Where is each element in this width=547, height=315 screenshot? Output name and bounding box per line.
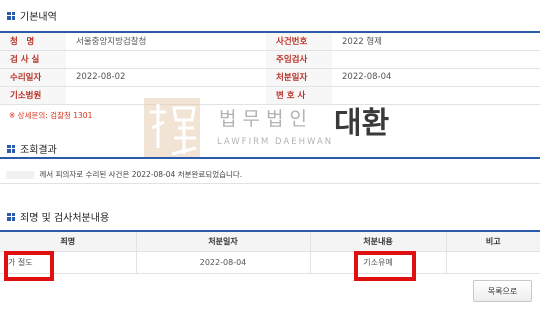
cell-date: 2022-08-04 <box>136 251 311 274</box>
value-agency: 서울중앙지방검찰청 <box>66 32 266 51</box>
label-chief-prosecutor: 주임검사 <box>266 50 332 69</box>
grid-icon <box>7 11 15 20</box>
redacted-name <box>6 171 34 179</box>
highlight-crime-box <box>4 251 54 281</box>
value-lawyer <box>332 86 540 105</box>
label-received-date: 수리일자 <box>0 68 66 87</box>
contact-note: ※ 상세문의: 검찰청 1301 <box>9 111 93 120</box>
crimes-section-title: 죄명 및 검사처분내용 <box>7 209 109 224</box>
label-agency: 청 명 <box>0 32 66 51</box>
table-header-row: 죄명 처분일자 처분내용 비고 <box>0 231 540 252</box>
basic-info-table: 청 명 서울중앙지방검찰청 사건번호 2022 형제 검 사 실 주임검사 수리… <box>0 31 540 105</box>
table-row: 기소범원 변 호 사 <box>0 86 540 105</box>
watermark-en: LAWFIRM DAEHWAN <box>217 137 334 147</box>
label-disposition-date: 처분일자 <box>266 68 332 87</box>
basic-title: 기본내역 <box>20 12 57 23</box>
value-disposition-date: 2022-08-04 <box>332 68 540 87</box>
value-case-number: 2022 형제 <box>332 32 540 51</box>
value-chief-prosecutor <box>332 50 540 69</box>
header-crime: 죄명 <box>0 231 137 252</box>
value-received-date: 2022-08-02 <box>66 68 266 87</box>
inquiry-title: 조회결과 <box>20 145 57 156</box>
grid-icon <box>7 144 15 153</box>
highlight-disposition-box <box>354 251 416 281</box>
table-row: 청 명 서울중앙지방검찰청 사건번호 2022 형제 <box>0 32 540 51</box>
header-disposition: 처분내용 <box>310 231 447 252</box>
header-remarks: 비고 <box>446 231 540 252</box>
value-prosecutor-office <box>66 50 266 69</box>
lawfirm-watermark: 법무법인 대환 LAWFIRM DAEHWAN <box>144 98 434 158</box>
cell-remarks <box>446 251 540 274</box>
inquiry-result-box: 께서 피의자로 수리된 사건은 2022-08-04 처분완료되었습니다. <box>0 157 540 184</box>
table-row: 수리일자 2022-08-02 처분일자 2022-08-04 <box>0 68 540 87</box>
table-row: 가 절도 2022-08-04 기소유예 <box>0 251 540 274</box>
table-row: 검 사 실 주임검사 <box>0 50 540 69</box>
watermark-name: 대환 <box>334 106 390 141</box>
crimes-table: 죄명 처분일자 처분내용 비고 가 절도 2022-08-04 기소유예 <box>0 230 540 274</box>
watermark-kr: 법무법인 <box>219 108 313 130</box>
crimes-title: 죄명 및 검사처분내용 <box>20 213 110 224</box>
header-date: 처분일자 <box>136 231 311 252</box>
label-prosecutor-office: 검 사 실 <box>0 50 66 69</box>
inquiry-section-title: 조회결과 <box>7 141 57 156</box>
basic-section-title: 기본내역 <box>7 8 57 23</box>
value-court <box>66 86 266 105</box>
grid-icon <box>7 212 15 221</box>
label-court: 기소범원 <box>0 86 66 105</box>
label-case-number: 사건번호 <box>266 32 332 51</box>
inquiry-message: 께서 피의자로 수리된 사건은 2022-08-04 처분완료되었습니다. <box>39 170 243 179</box>
label-lawyer: 변 호 사 <box>266 86 332 105</box>
lawfirm-logo-icon <box>144 98 200 158</box>
list-button[interactable]: 목록으로 <box>473 280 532 302</box>
